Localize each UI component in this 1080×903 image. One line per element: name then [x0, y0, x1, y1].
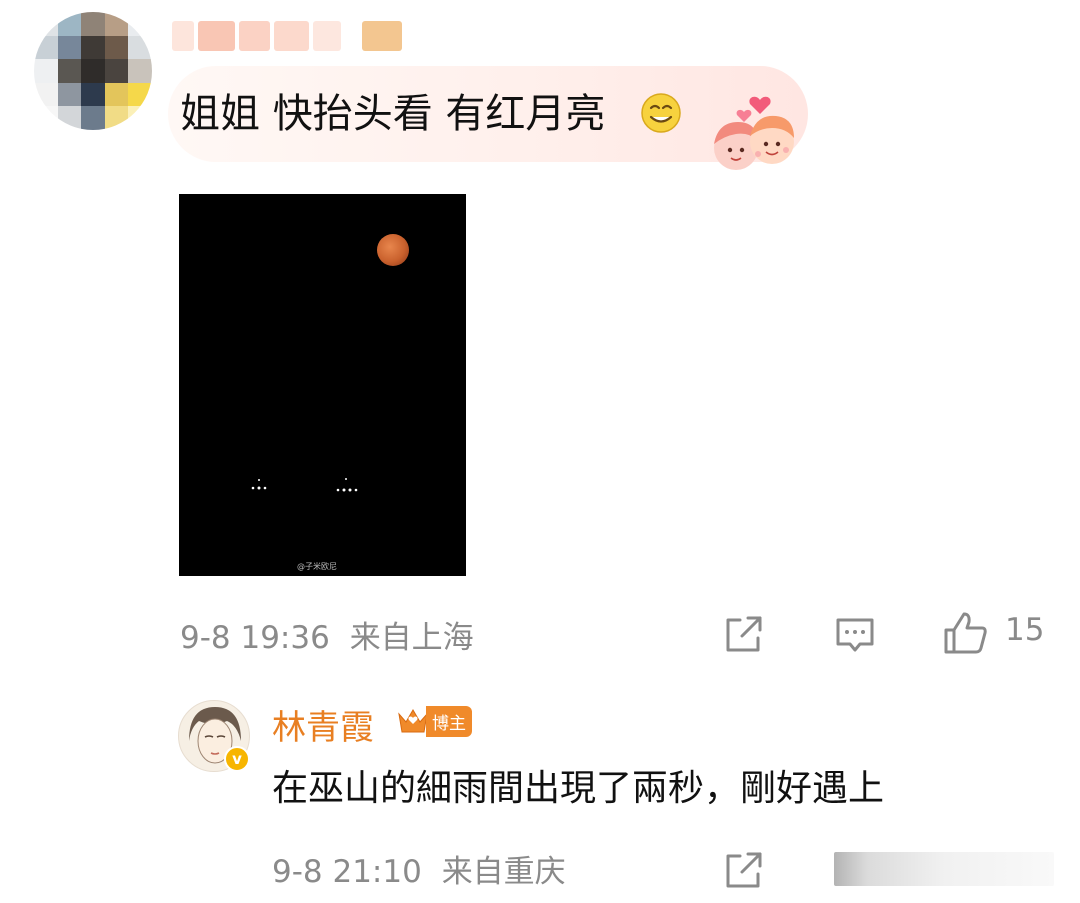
heart-sticker-icon — [714, 96, 794, 170]
reply-time: 9-8 21:10 — [272, 854, 422, 890]
reply-meta: 9-8 21:10 来自重庆 — [272, 846, 566, 891]
comment-thread: 姐姐 快抬头看 有红月亮 @子米欧尼 9-8 19:36 来自上海 15 v 林… — [0, 0, 1080, 903]
like-icon[interactable] — [942, 610, 988, 656]
bridge-lights-right — [336, 478, 358, 492]
comment-location: 来自上海 — [349, 620, 474, 656]
reply-text: 在巫山的細雨間出現了兩秒，剛好遇上 — [272, 768, 885, 809]
reply-author-name[interactable]: 林青霞 — [272, 700, 374, 749]
attached-photo[interactable]: @子米欧尼 — [179, 194, 466, 576]
crown-icon — [398, 709, 428, 733]
comment-icon[interactable] — [834, 614, 876, 656]
author-tag-label: 博主 — [426, 705, 472, 737]
photo-watermark: @子米欧尼 — [297, 562, 337, 571]
comment-meta: 9-8 19:36 来自上海 — [180, 612, 474, 657]
reply-share-icon[interactable] — [722, 850, 764, 892]
comment-time: 9-8 19:36 — [180, 620, 330, 656]
commenter-avatar[interactable] — [34, 12, 152, 130]
author-tag: 博主 — [396, 704, 474, 738]
comment-text: 姐姐 快抬头看 有红月亮 — [180, 91, 606, 137]
reply-actions-blurred — [834, 852, 1054, 886]
commenter-name-blurred[interactable] — [172, 16, 403, 56]
red-moon — [377, 234, 409, 266]
verified-icon: v — [224, 746, 250, 772]
reply-location: 来自重庆 — [441, 854, 566, 890]
like-count: 15 — [1005, 612, 1045, 648]
share-icon[interactable] — [722, 614, 764, 656]
smile-emoji-icon — [641, 93, 681, 133]
bridge-lights-left — [251, 479, 267, 490]
